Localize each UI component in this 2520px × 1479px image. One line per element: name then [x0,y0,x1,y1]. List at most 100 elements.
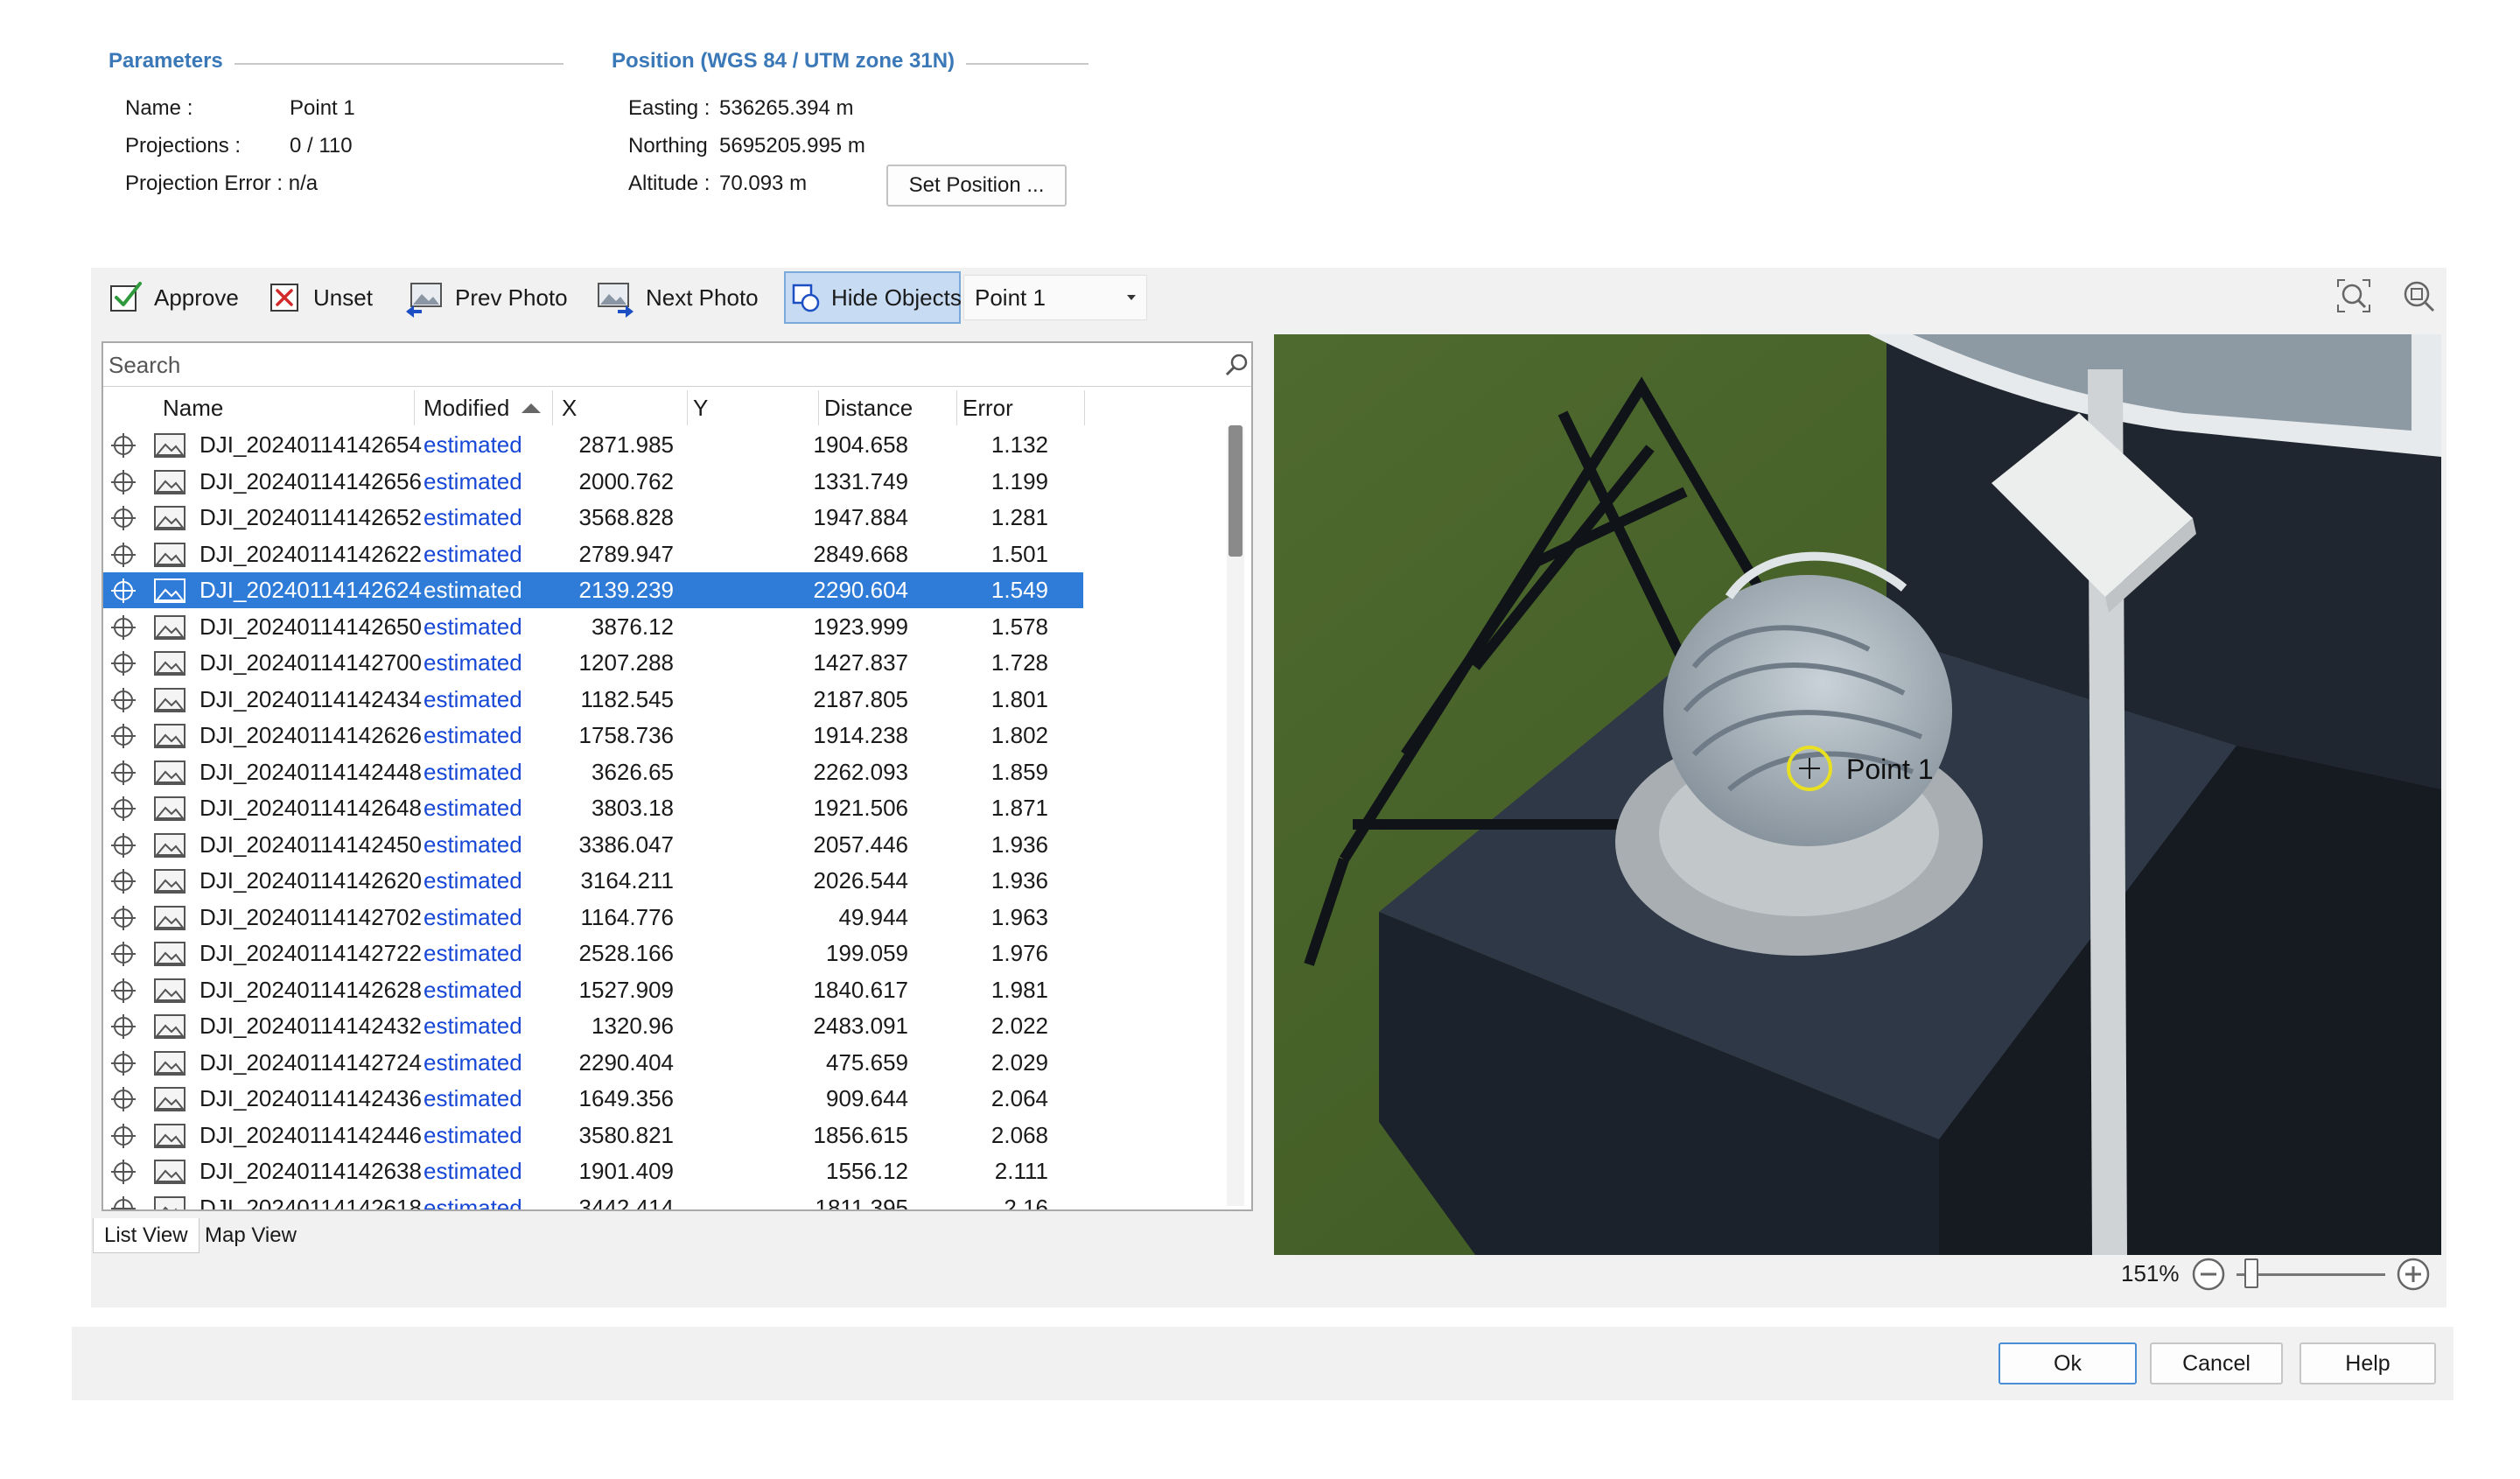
row-name: DJI_20240114142648 [200,795,422,821]
crosshair-target-icon[interactable] [110,650,136,676]
photo-viewer[interactable]: Point 1 [1274,334,2441,1255]
table-row[interactable]: DJI_20240114142624 estimated 2139.239 2290.… [103,572,1083,608]
crosshair-target-icon[interactable] [110,1050,136,1076]
row-y: 909.644 [826,1085,908,1111]
table-row[interactable]: DJI_20240114142432 estimated 1320.96 2483.0… [103,1008,1083,1044]
row-y: 1427.837 [813,649,908,676]
checkbox-check-icon [108,280,144,315]
cancel-button[interactable]: Cancel [2150,1342,2283,1384]
table-row[interactable]: DJI_20240114142652 estimated 3568.828 1947.… [103,500,1083,536]
column-header-error[interactable]: Error [957,390,1085,425]
row-y: 2057.446 [813,831,908,858]
search-icon[interactable] [1223,352,1250,378]
image-thumbnail-icon [154,942,186,966]
row-name: DJI_20240114142618 [200,1194,422,1210]
crosshair-target-icon[interactable] [110,578,136,604]
position-group-title: Position (WGS 84 / UTM zone 31N) [612,49,956,73]
crosshair-target-icon[interactable] [110,1123,136,1149]
crosshair-target-icon[interactable] [110,1195,136,1209]
tab-map-view[interactable]: Map View [194,1218,307,1253]
table-row[interactable]: DJI_20240114142702 estimated 1164.776 49.94… [103,900,1083,936]
column-header-y[interactable]: Y [688,390,819,425]
unset-button[interactable]: Unset [262,271,378,324]
crosshair-target-icon[interactable] [110,1159,136,1185]
column-header-x[interactable]: X [556,390,688,425]
prev-photo-button[interactable]: Prev Photo [399,271,573,324]
search-input[interactable] [107,348,1192,382]
table-row[interactable]: DJI_20240114142448 estimated 3626.65 2262.0… [103,754,1083,790]
parameters-divider [234,63,564,65]
crosshair-target-icon[interactable] [110,687,136,713]
crosshair-target-icon[interactable] [110,760,136,786]
table-row[interactable]: DJI_20240114142626 estimated 1758.736 1914.… [103,718,1083,754]
crosshair-target-icon[interactable] [110,432,136,459]
zoom-out-icon[interactable] [2191,1257,2226,1292]
table-row[interactable]: DJI_20240114142618 estimated 3442.414 1811.… [103,1190,1083,1210]
table-row[interactable]: DJI_20240114142446 estimated 3580.821 1856.… [103,1118,1083,1153]
tab-list-view[interactable]: List View [93,1218,200,1253]
crosshair-target-icon[interactable] [110,905,136,931]
zoom-in-icon[interactable] [2396,1257,2431,1292]
crosshair-target-icon[interactable] [110,832,136,859]
crosshair-target-icon[interactable] [110,614,136,641]
table-row[interactable]: DJI_20240114142656 estimated 2000.762 1331.… [103,464,1083,500]
crosshair-target-icon[interactable] [110,941,136,967]
scrollbar-thumb[interactable] [1228,425,1242,557]
crosshair-target-icon[interactable] [110,542,136,568]
zoom-slider-track[interactable] [2236,1273,2385,1276]
crosshair-target-icon[interactable] [110,723,136,749]
column-header-modified[interactable]: Modified [418,390,553,425]
projection-error-label: Projection Error : n/a [125,172,318,195]
row-distance: 1.936 [990,867,1048,894]
row-y: 475.659 [826,1048,908,1076]
table-row[interactable]: DJI_20240114142622 estimated 2789.947 2849.… [103,536,1083,572]
approve-button[interactable]: Approve [103,271,244,324]
zoom-actual-icon[interactable] [2401,278,2436,313]
hide-objects-icon [791,280,821,315]
help-button[interactable]: Help [2300,1342,2436,1384]
table-row[interactable]: DJI_20240114142620 estimated 3164.211 2026.… [103,863,1083,899]
row-distance: 1.281 [990,504,1048,530]
column-header-distance[interactable]: Distance [819,390,957,425]
table-row[interactable]: DJI_20240114142648 estimated 3803.18 1921.5… [103,790,1083,826]
row-y: 1947.884 [813,504,908,530]
table-row[interactable]: DJI_20240114142436 estimated 1649.356 909.6… [103,1081,1083,1117]
row-distance: 1.132 [990,431,1048,458]
row-y: 2849.668 [813,540,908,567]
table-row[interactable]: DJI_20240114142700 estimated 1207.288 1427.… [103,645,1083,681]
crosshair-target-icon[interactable] [110,796,136,822]
row-modified: estimated [424,1121,522,1148]
table-row[interactable]: DJI_20240114142628 estimated 1527.909 1840.… [103,972,1083,1008]
set-position-button[interactable]: Set Position ... [886,165,1067,207]
crosshair-target-icon[interactable] [110,978,136,1004]
row-y: 49.944 [838,903,908,930]
crosshair-target-icon[interactable] [110,868,136,894]
table-row[interactable]: DJI_20240114142654 estimated 2871.985 1904.… [103,427,1083,463]
table-row[interactable]: DJI_20240114142638 estimated 1901.409 1556.… [103,1153,1083,1189]
table-row[interactable]: DJI_20240114142650 estimated 3876.12 1923.9… [103,609,1083,645]
row-x: 2871.985 [578,431,674,458]
table-row[interactable]: DJI_20240114142434 estimated 1182.545 2187.… [103,682,1083,718]
row-y: 199.059 [826,940,908,966]
hide-objects-toggle[interactable]: Hide Objects [784,271,962,324]
crosshair-target-icon[interactable] [110,1013,136,1040]
ok-button[interactable]: Ok [1998,1342,2137,1384]
row-distance: 1.976 [990,940,1048,966]
column-header-name[interactable]: Name [158,390,415,425]
crosshair-target-icon[interactable] [110,1086,136,1112]
red-x-box-icon [268,280,303,315]
table-row[interactable]: DJI_20240114142724 estimated 2290.404 475.6… [103,1045,1083,1081]
row-x: 2139.239 [578,577,674,603]
row-modified: estimated [424,831,522,858]
zoom-slider-thumb[interactable] [2244,1258,2258,1288]
crosshair-target-icon[interactable] [110,505,136,531]
next-photo-button[interactable]: Next Photo [590,271,764,324]
row-x: 1164.776 [580,903,674,930]
table-row[interactable]: DJI_20240114142450 estimated 3386.047 2057.… [103,827,1083,863]
crosshair-target-icon[interactable] [110,469,136,495]
zoom-fit-icon[interactable] [2334,277,2373,315]
image-arrow-left-icon [404,280,444,318]
table-row[interactable]: DJI_20240114142722 estimated 2528.166 199.0… [103,936,1083,971]
row-name: DJI_20240114142622 [200,540,422,567]
point-selector-dropdown[interactable]: Point 1 [963,275,1147,320]
